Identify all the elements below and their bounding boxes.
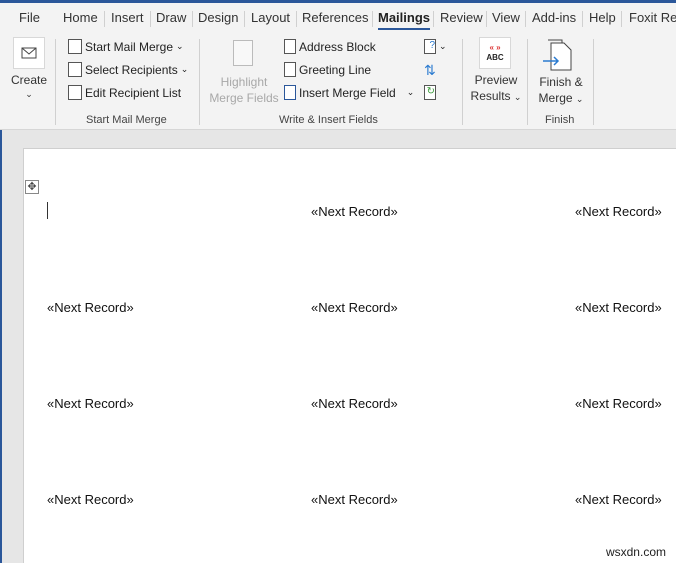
- match-fields-icon: ⇅: [424, 62, 436, 78]
- update-labels-icon: ↻: [424, 85, 436, 100]
- chevron-down-icon: ⌄: [575, 94, 584, 104]
- next-record-field: «Next Record»: [575, 396, 662, 411]
- next-record-field: «Next Record»: [311, 300, 398, 315]
- text-cursor: [47, 202, 48, 219]
- tab-help[interactable]: Help: [589, 10, 616, 25]
- group-label-start-mail-merge: Start Mail Merge: [86, 114, 167, 126]
- label: Edit Recipient List: [85, 85, 182, 100]
- group-label-write-insert-fields: Write & Insert Fields: [279, 114, 378, 126]
- tab-draw[interactable]: Draw: [156, 10, 186, 25]
- chevron-down-icon: ⌄: [25, 89, 33, 99]
- document-page[interactable]: ✥ «Next Record» «Next Record» «Next Reco…: [23, 148, 676, 563]
- next-record-field: «Next Record»: [47, 300, 134, 315]
- label: Address Block: [299, 39, 376, 54]
- group-label-finish: Finish: [545, 114, 575, 126]
- tab-mailings[interactable]: Mailings: [378, 10, 431, 30]
- merge-field-icon: [284, 85, 296, 100]
- chevron-down-icon: ⌄: [439, 41, 447, 51]
- select-recipients-button[interactable]: Select Recipients ⌄: [68, 62, 188, 77]
- envelope-icon: [13, 37, 45, 69]
- edit-recipient-list-button[interactable]: Edit Recipient List: [68, 85, 181, 100]
- tab-review[interactable]: Review: [440, 10, 483, 25]
- edit-list-icon: [68, 85, 82, 100]
- document-icon: [233, 40, 253, 66]
- chevron-down-icon: ⌄: [406, 87, 415, 97]
- next-record-field: «Next Record»: [311, 396, 398, 411]
- label: Preview: [474, 73, 518, 87]
- ribbon: Create ⌄ Start Mail Merge ⌄ Select Recipi…: [0, 33, 676, 130]
- insert-merge-field-button[interactable]: Insert Merge Field ⌄: [284, 85, 414, 100]
- next-record-field: «Next Record»: [47, 396, 134, 411]
- ribbon-tabs: File Home Insert Draw Design Layout Refe…: [0, 3, 676, 33]
- label: Merge Fields: [209, 91, 279, 105]
- label: Merge: [538, 91, 573, 105]
- label: Finish &: [539, 75, 583, 89]
- next-record-field: «Next Record»: [311, 204, 398, 219]
- chevron-down-icon: ⌄: [180, 64, 189, 74]
- next-record-field: «Next Record»: [47, 492, 134, 507]
- tab-home[interactable]: Home: [63, 10, 98, 25]
- greeting-line-icon: [284, 62, 296, 77]
- preview-abc-icon: « » ABC: [479, 37, 511, 69]
- start-mail-merge-button[interactable]: Start Mail Merge ⌄: [68, 39, 184, 54]
- finish-merge-icon: [543, 39, 572, 71]
- match-fields-button[interactable]: ⇅: [424, 62, 436, 79]
- address-block-icon: [284, 39, 296, 54]
- tab-references[interactable]: References: [302, 10, 368, 25]
- chevron-down-icon: ⌄: [176, 41, 184, 51]
- tab-layout[interactable]: Layout: [251, 10, 290, 25]
- tab-design[interactable]: Design: [198, 10, 238, 25]
- window-edge: [0, 130, 2, 563]
- greeting-line-button[interactable]: Greeting Line: [284, 62, 371, 77]
- next-record-field: «Next Record»: [311, 492, 398, 507]
- label: Greeting Line: [299, 62, 372, 77]
- label: Results: [470, 89, 511, 103]
- update-labels-button[interactable]: ↻: [424, 85, 436, 100]
- next-record-field: «Next Record»: [575, 300, 662, 315]
- label: Select Recipients: [85, 62, 178, 77]
- watermark: wsxdn.com: [605, 545, 666, 559]
- tab-add-ins[interactable]: Add-ins: [532, 10, 576, 25]
- label: Insert Merge Field: [299, 85, 396, 100]
- table-move-handle-icon[interactable]: ✥: [25, 180, 39, 194]
- label: Start Mail Merge: [85, 39, 174, 54]
- recipients-icon: [68, 62, 82, 77]
- label: Highlight: [220, 75, 268, 89]
- mail-merge-icon: [68, 39, 82, 54]
- next-record-field: «Next Record»: [575, 204, 662, 219]
- rules-button[interactable]: ? ⌄: [424, 39, 447, 54]
- address-block-button[interactable]: Address Block: [284, 39, 376, 54]
- next-record-field: «Next Record»: [575, 492, 662, 507]
- rules-icon: ?: [424, 39, 436, 54]
- tab-insert[interactable]: Insert: [111, 10, 144, 25]
- tab-file[interactable]: File: [19, 10, 40, 25]
- tab-foxit[interactable]: Foxit Re: [629, 10, 676, 25]
- icon-text: ABC: [486, 53, 504, 62]
- tab-view[interactable]: View: [492, 10, 520, 25]
- chevron-down-icon: ⌄: [513, 92, 522, 102]
